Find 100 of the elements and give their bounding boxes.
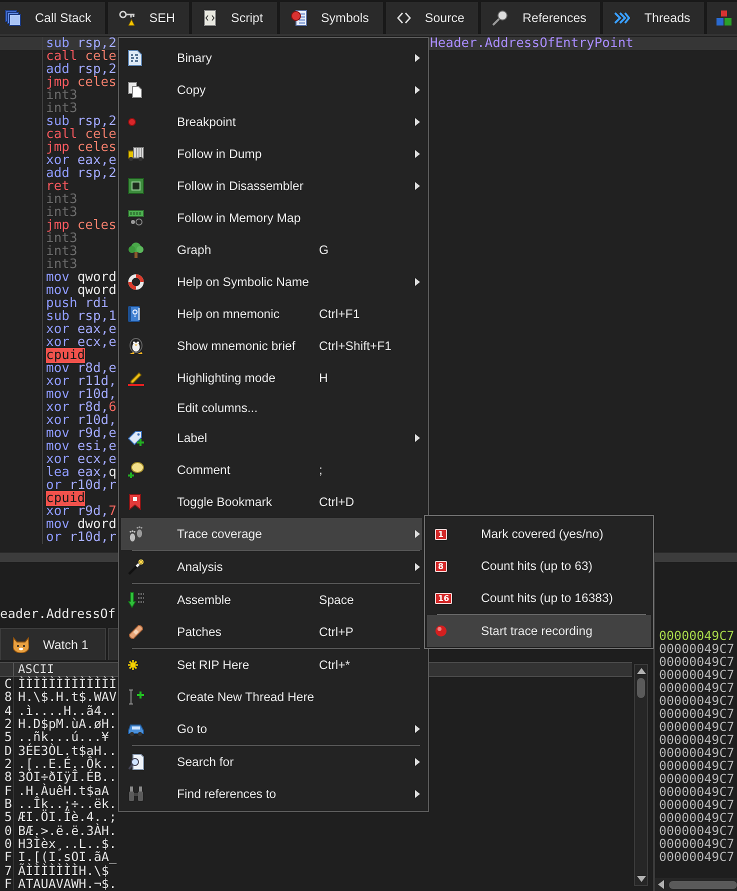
wand-icon	[128, 559, 144, 575]
tab[interactable]: Script	[192, 2, 277, 34]
number-badge: 1	[435, 528, 447, 540]
instruction-text: add rsp,2	[46, 62, 116, 77]
horizontal-scrollbar[interactable]	[655, 878, 737, 891]
menu-item[interactable]: Help on mnemonic Ctrl+F1	[121, 298, 422, 330]
tab[interactable]: Threads	[603, 2, 704, 34]
scrollbar-thumb[interactable]	[637, 678, 645, 698]
ascii-text: ÌÌÌÌÌÌÌÌÌÌÌÌÌ	[18, 676, 117, 691]
menu-item[interactable]: Follow in Disassembler	[121, 170, 422, 202]
tab[interactable]	[707, 2, 737, 34]
hex-text: 5	[4, 809, 12, 824]
instruction-text: lea eax,q	[46, 465, 116, 480]
menu-item[interactable]: Set RIP Here Ctrl+*	[121, 649, 422, 681]
tab[interactable]: References	[481, 2, 600, 34]
info-text: eader.AddressOf	[0, 607, 116, 622]
tab[interactable]: SEH	[108, 2, 189, 34]
scroll-down-icon[interactable]	[636, 876, 646, 882]
instruction-text: int3	[46, 192, 78, 207]
menu-item[interactable]: Assemble Space	[121, 584, 422, 616]
speech-bubble-icon	[128, 462, 144, 478]
pen-icon	[128, 370, 144, 386]
ascii-text: ÆI.ÖI.Ïè.4..;	[18, 809, 117, 824]
menu-item[interactable]: Edit columns...	[121, 394, 422, 422]
menu-item[interactable]: 1 Mark covered (yes/no)	[427, 518, 651, 550]
tab[interactable]: Call Stack	[0, 2, 106, 34]
scrollbar-thumb[interactable]	[669, 880, 737, 888]
hex-text: 2	[4, 716, 12, 731]
instruction-text: sub rsp,2	[46, 114, 116, 129]
chip-icon	[128, 178, 144, 194]
menu-item[interactable]: Find references to	[121, 778, 422, 810]
ascii-text: ..Îk..;÷..ëk.	[18, 796, 117, 811]
instruction-text: int3	[46, 244, 78, 259]
record-icon	[435, 625, 447, 637]
menu-item[interactable]: Help on Symbolic Name	[121, 266, 422, 298]
menu-item[interactable]: Label	[121, 422, 422, 454]
tab[interactable]: Watch 1	[0, 628, 106, 660]
menu-item[interactable]: Patches Ctrl+P	[121, 616, 422, 648]
star-icon	[128, 660, 138, 670]
menu-item[interactable]: Copy	[121, 74, 422, 106]
scroll-left-icon[interactable]	[658, 880, 664, 889]
hex-text: 4	[4, 702, 12, 718]
menu-item[interactable]: Go to	[121, 713, 422, 745]
menu-item[interactable]: Toggle Bookmark Ctrl+D	[121, 486, 422, 518]
memory-icon	[128, 210, 144, 226]
instruction-text: int3	[46, 101, 78, 116]
penguin-icon	[128, 338, 144, 354]
scroll-up-icon[interactable]	[636, 668, 646, 674]
tab[interactable]: Symbols	[280, 2, 383, 34]
vertical-scrollbar[interactable]	[634, 664, 648, 886]
stack-address-text: 00000049C7	[659, 706, 734, 721]
menu-item[interactable]: Search for	[121, 746, 422, 778]
hex-text: 0	[4, 836, 12, 851]
ascii-text: H.D$pM.ùA.øH.	[18, 716, 117, 731]
menu-item[interactable]: Highlighting mode H	[121, 362, 422, 394]
instruction-text: or r10d,r	[46, 478, 116, 493]
menu-item[interactable]: Breakpoint	[121, 106, 422, 138]
bookmark-icon	[128, 494, 142, 510]
menu-item[interactable]: Start trace recording	[427, 615, 651, 647]
shortcut-text: Ctrl+Shift+F1	[319, 339, 392, 353]
menu-item[interactable]: Analysis	[121, 551, 422, 583]
ascii-text: H.\$.H.t$.WAV	[18, 689, 117, 704]
tag-icon	[128, 430, 144, 446]
menu-item[interactable]: Trace coverage	[121, 518, 422, 550]
instruction-text: cpuid	[46, 491, 86, 506]
instruction-text: sub rsp,2	[46, 36, 116, 51]
menu-item[interactable]: Comment ;	[121, 454, 422, 486]
code-icon	[396, 12, 411, 24]
tree-icon	[128, 242, 144, 258]
instruction-text: int3	[46, 231, 78, 246]
stack-address-text: 00000049C7	[659, 680, 734, 695]
comment-text: Header.AddressOfEntryPoint	[430, 36, 634, 51]
shortcut-text: Space	[319, 593, 354, 607]
menu-item[interactable]: Binary	[121, 42, 422, 74]
ascii-text: ATAUAVAWH.¬$.	[18, 876, 117, 891]
instruction-text: mov r10d,	[46, 387, 116, 402]
instruction-text: mov r8d,e	[46, 361, 116, 376]
arrow-down-icon	[128, 592, 144, 608]
key-warning-icon	[119, 10, 136, 26]
instruction-text: int3	[46, 257, 78, 272]
shortcut-text: Ctrl+D	[319, 495, 354, 509]
instruction-text: mov esi,e	[46, 439, 116, 454]
instruction-text: ret	[46, 179, 70, 194]
cat-icon	[13, 636, 29, 652]
menu-item[interactable]: Graph G	[121, 234, 422, 266]
tab[interactable]	[108, 628, 120, 660]
instruction-text: xor r8d,6	[46, 400, 116, 415]
bracket-plus-icon	[128, 689, 144, 705]
menu-item[interactable]: Create New Thread Here	[121, 681, 422, 713]
menu-item[interactable]: Follow in Memory Map	[121, 202, 422, 234]
instruction-text: xor r11d,	[46, 374, 116, 389]
menu-item[interactable]: 16 Count hits (up to 16383)	[427, 582, 651, 614]
lifebuoy-icon	[128, 274, 144, 290]
instruction-text: xor ecx,e	[46, 452, 116, 467]
tab[interactable]: Source	[386, 2, 478, 34]
menu-item[interactable]: 8 Count hits (up to 63)	[427, 550, 651, 582]
stack-address-text: 00000049C7	[659, 641, 734, 656]
menu-item[interactable]: Show mnemonic brief Ctrl+Shift+F1	[121, 330, 422, 362]
ascii-text: 3ÉE3ÒL.t$aH..	[18, 742, 117, 758]
menu-item[interactable]: Follow in Dump	[121, 138, 422, 170]
